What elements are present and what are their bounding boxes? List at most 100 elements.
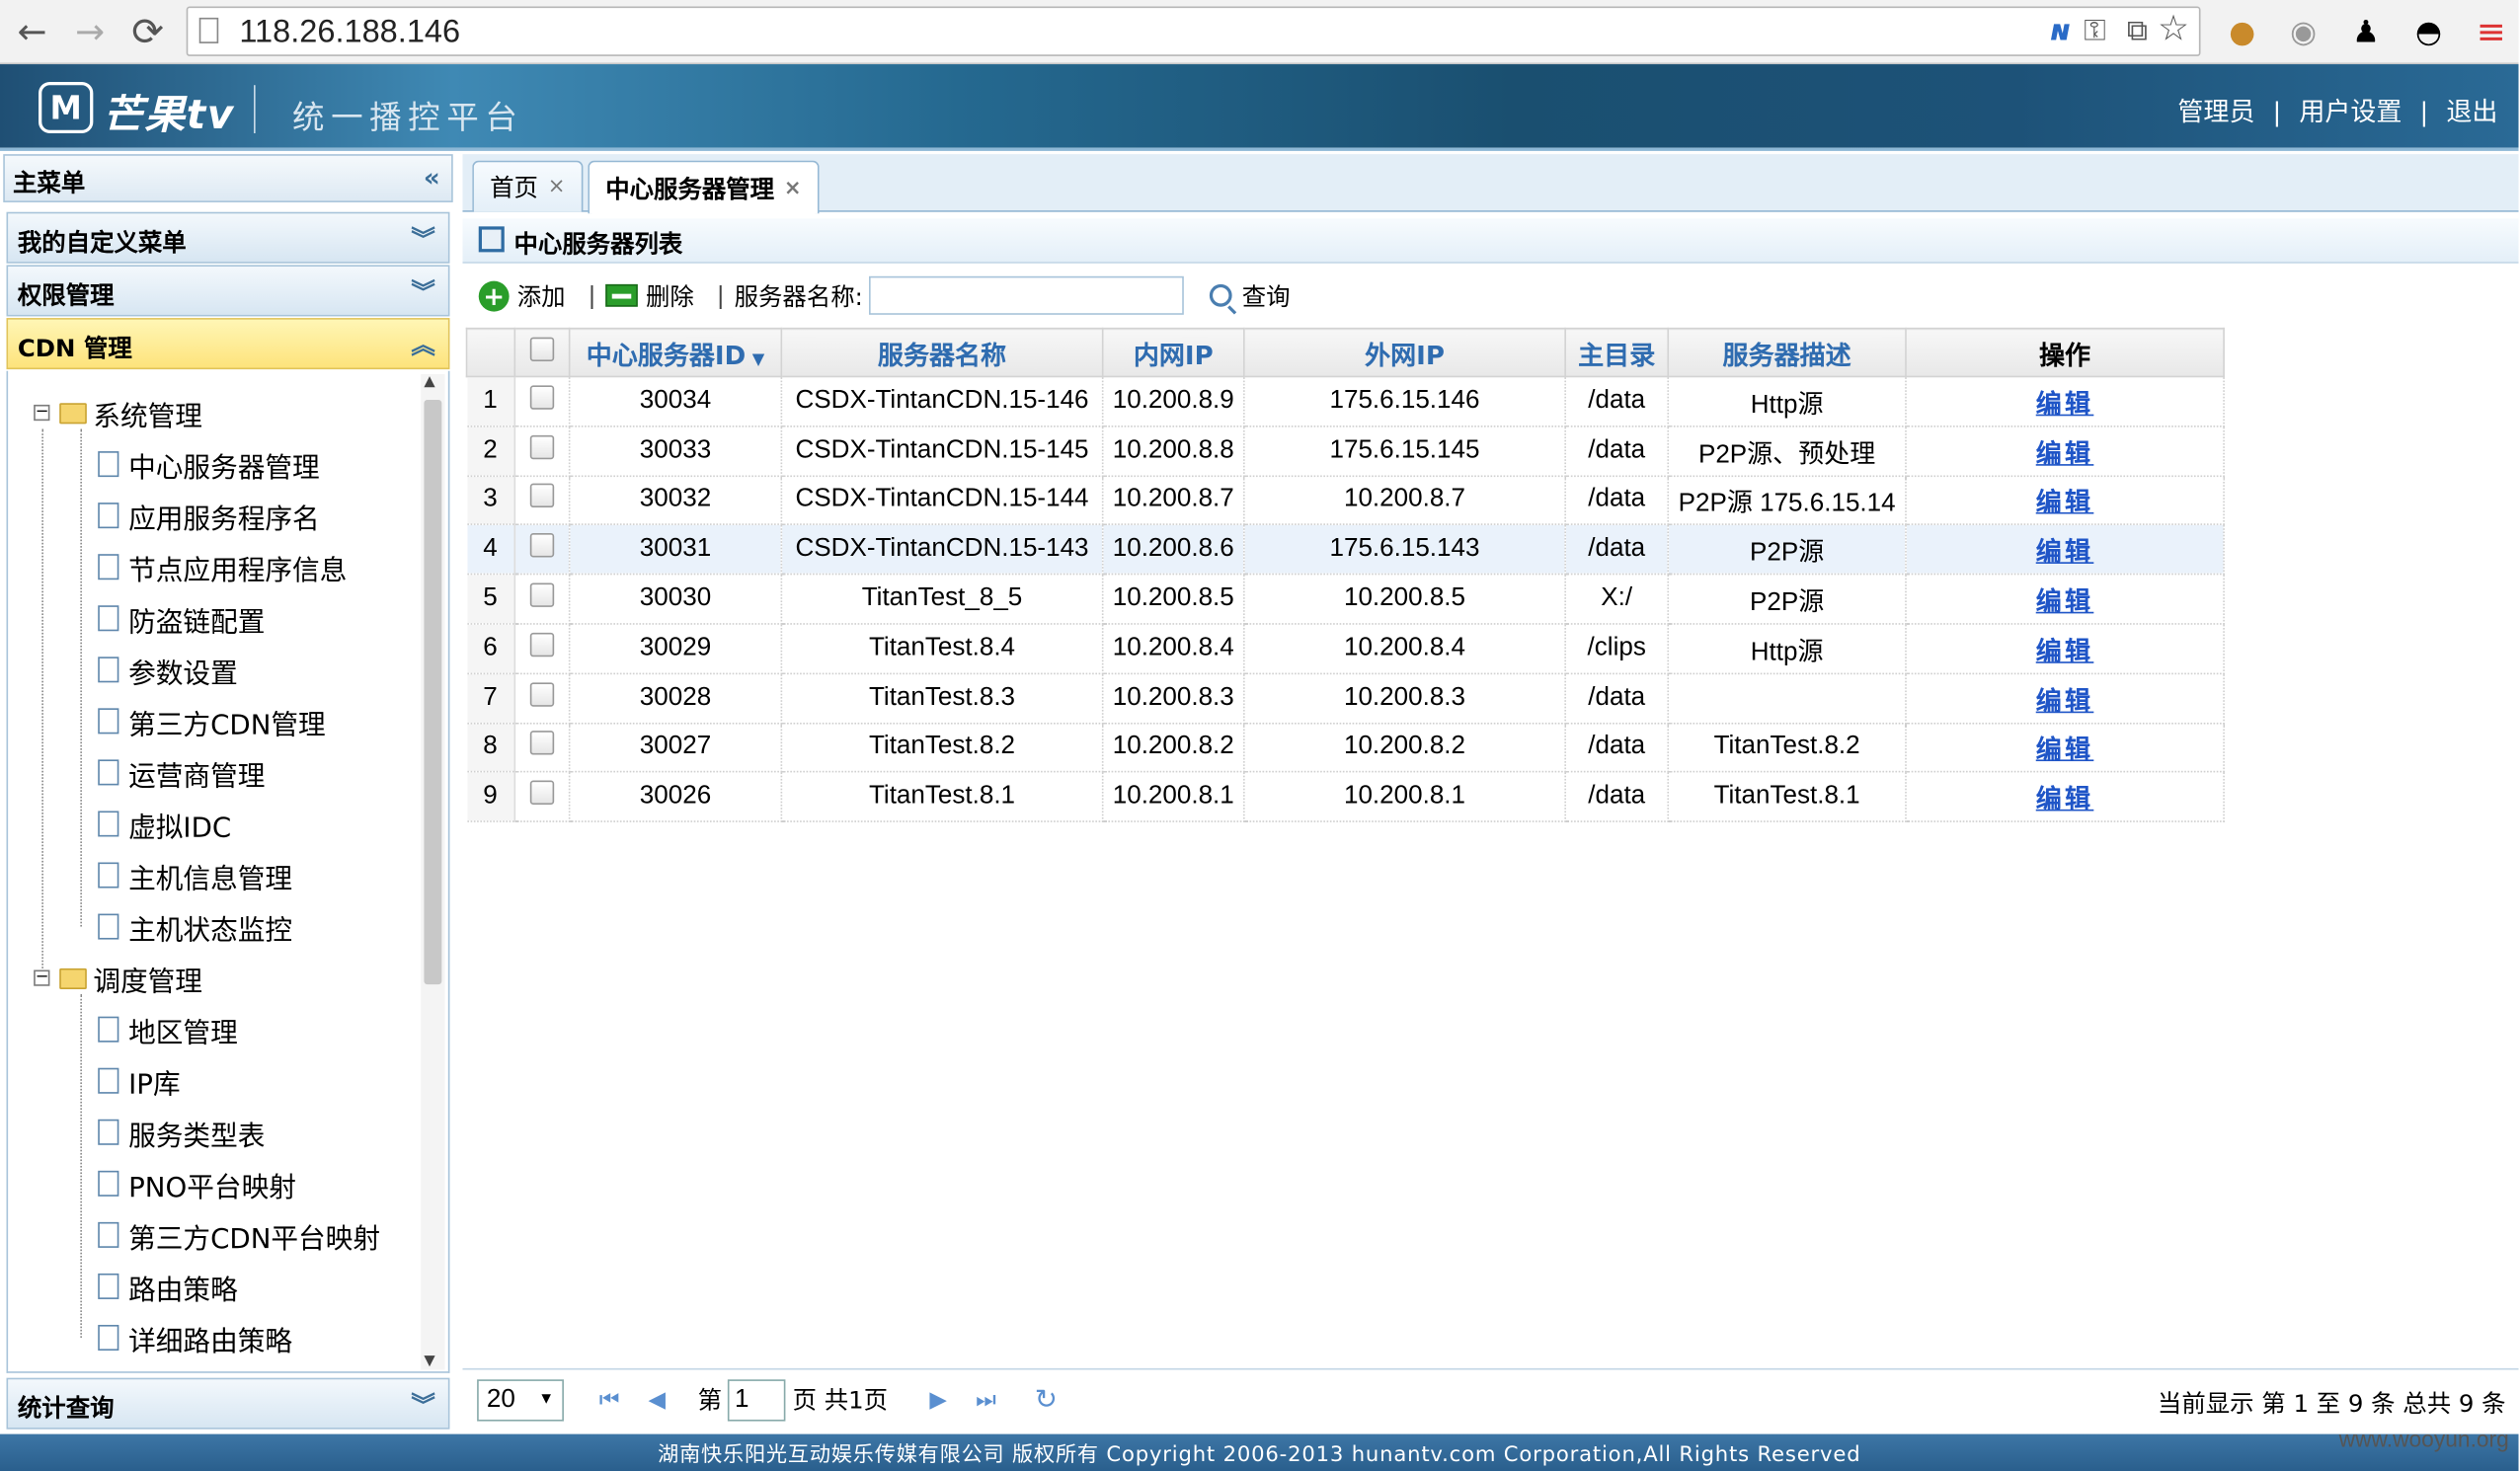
row-checkbox[interactable] [529, 681, 555, 707]
extension-n-icon[interactable]: ɴ [2052, 15, 2071, 48]
row-select-cell[interactable] [514, 673, 571, 724]
edit-link[interactable]: 编辑 [2036, 688, 2094, 716]
row-checkbox[interactable] [529, 780, 555, 806]
tree-item-third-party-cdn[interactable]: 第三方CDN管理 [98, 695, 326, 746]
row-select-cell[interactable] [514, 623, 571, 674]
table-row[interactable]: 7 30028 TitanTest.8.3 10.200.8.3 10.200.8.3/… [466, 673, 2225, 724]
address-bar[interactable]: 118.26.188.146 ɴ ⚿ ⧉ ☆ [186, 6, 2201, 56]
scrollbar-thumb[interactable] [424, 400, 442, 985]
cookie-icon[interactable]: ● [2222, 11, 2263, 52]
tree-folder-system[interactable]: − 系统管理 [34, 387, 202, 438]
table-row[interactable]: 5 30030 TitanTest_8_5 10.200.8.5 10.200.8.5 X… [466, 574, 2225, 625]
row-select-cell[interactable] [514, 376, 571, 427]
reload-button[interactable]: ⟳ [125, 10, 171, 55]
row-select-cell[interactable] [514, 574, 571, 625]
add-button[interactable]: + 添加 [478, 278, 566, 312]
tree-item-hotlink-config[interactable]: 防盗链配置 [98, 592, 265, 644]
prev-page-icon[interactable]: ◀ [649, 1387, 667, 1413]
server-name-input[interactable] [869, 275, 1185, 315]
row-select-cell[interactable] [514, 772, 571, 823]
table-row[interactable]: 8 30027 TitanTest.8.2 10.200.8.2 10.200.8.2/… [466, 723, 2225, 774]
table-row[interactable]: 2 30033 CSDX-TintanCDN.15-145 10.200.8.8 175… [466, 426, 2225, 477]
menu-icon[interactable]: ≡ [2471, 11, 2512, 52]
tree-item-host-info[interactable]: 主机信息管理 [98, 849, 292, 900]
collapse-toggle-icon[interactable]: − [34, 969, 50, 986]
row-checkbox[interactable] [529, 533, 555, 558]
translate-icon[interactable]: ⧉ [2127, 15, 2148, 48]
refresh-icon[interactable]: ↻ [1035, 1383, 1058, 1416]
key-icon[interactable]: ⚿ [2084, 15, 2105, 48]
close-icon[interactable]: × [548, 175, 566, 198]
tree-item-node-app-info[interactable]: 节点应用程序信息 [98, 541, 347, 592]
row-select-cell[interactable] [514, 426, 571, 477]
mask-icon[interactable]: ◓ [2407, 11, 2449, 52]
edit-link[interactable]: 编辑 [2036, 639, 2094, 666]
scroll-up-icon[interactable]: ▲ [424, 374, 434, 390]
table-row[interactable]: 9 30026 TitanTest.8.1 10.200.8.1 10.200.8.1/… [466, 772, 2225, 823]
admin-link[interactable]: 管理员 [2177, 97, 2254, 127]
accordion-statistics[interactable]: 统计查询 ︾ [6, 1377, 450, 1430]
tree-item-service-type[interactable]: 服务类型表 [98, 1107, 265, 1158]
close-icon[interactable]: × [784, 176, 802, 199]
edit-link[interactable]: 编辑 [2036, 392, 2094, 420]
row-checkbox[interactable] [529, 484, 555, 508]
row-checkbox[interactable] [529, 385, 555, 410]
column-header-description[interactable]: 服务器描述 [1667, 327, 1907, 378]
logout-link[interactable]: 退出 [2446, 97, 2497, 127]
edit-link[interactable]: 编辑 [2036, 540, 2094, 568]
tree-item-center-server[interactable]: 中心服务器管理 [98, 438, 320, 490]
tree-scrollbar[interactable]: ▲ ▼ [421, 374, 445, 1370]
tree-item-detail-route-policy[interactable]: 详细路由策略 [98, 1312, 292, 1363]
accordion-cdn-management[interactable]: CDN 管理 ︽ [6, 318, 450, 370]
first-page-icon[interactable]: ⏮ [599, 1387, 620, 1413]
tree-item-operator[interactable]: 运营商管理 [98, 746, 265, 798]
select-all-checkbox[interactable] [529, 337, 555, 361]
column-header-internal-ip[interactable]: 内网IP [1101, 327, 1245, 378]
tree-item-params[interactable]: 参数设置 [98, 644, 238, 695]
row-select-cell[interactable] [514, 475, 571, 526]
column-header-external-ip[interactable]: 外网IP [1243, 327, 1566, 378]
tree-item-app-service-name[interactable]: 应用服务程序名 [98, 490, 320, 541]
user-settings-link[interactable]: 用户设置 [2299, 97, 2402, 127]
tree-item-third-cdn-mapping[interactable]: 第三方CDN平台映射 [98, 1209, 380, 1261]
tree-item-host-status[interactable]: 主机状态监控 [98, 901, 292, 953]
forward-button[interactable]: → [67, 10, 113, 55]
edit-link[interactable]: 编辑 [2036, 737, 2094, 765]
scroll-down-icon[interactable]: ▼ [424, 1354, 434, 1369]
row-checkbox[interactable] [529, 632, 555, 658]
column-header-id[interactable]: 中心服务器ID ▼ [568, 327, 783, 378]
row-checkbox[interactable] [529, 582, 555, 607]
table-row[interactable]: 4 30031 CSDX-TintanCDN.15-143 10.200.8.6 175… [466, 524, 2225, 576]
page-size-select[interactable]: 20 ▼ [477, 1378, 564, 1421]
edit-link[interactable]: 编辑 [2036, 441, 2094, 469]
table-row[interactable]: 1 30034 CSDX-TintanCDN.15-146 10.200.8.9 175… [466, 376, 2225, 427]
accordion-permissions[interactable]: 权限管理 ︾ [6, 265, 450, 317]
globe-icon[interactable]: ◉ [2282, 11, 2323, 52]
back-button[interactable]: ← [10, 10, 55, 55]
row-select-cell[interactable] [514, 524, 571, 576]
edit-link[interactable]: 编辑 [2036, 589, 2094, 617]
tree-item-virtual-idc[interactable]: 虚拟IDC [98, 798, 231, 849]
collapse-sidebar-icon[interactable]: « [424, 162, 440, 193]
spy-icon[interactable]: ♟ [2345, 11, 2387, 52]
search-button[interactable]: 查询 [1210, 278, 1291, 312]
table-row[interactable]: 3 30032 CSDX-TintanCDN.15-144 10.200.8.7 10.… [466, 475, 2225, 526]
tab-home[interactable]: 首页 × [472, 160, 584, 212]
tree-item-region[interactable]: 地区管理 [98, 1004, 238, 1055]
edit-link[interactable]: 编辑 [2036, 787, 2094, 814]
table-row[interactable]: 6 30029 TitanTest.8.4 10.200.8.4 10.200.8.4/… [466, 623, 2225, 674]
collapse-toggle-icon[interactable]: − [34, 404, 50, 422]
row-checkbox[interactable] [529, 731, 555, 756]
tree-folder-dispatch[interactable]: − 调度管理 [34, 953, 202, 1004]
column-header-home-dir[interactable]: 主目录 [1564, 327, 1670, 378]
next-page-icon[interactable]: ▶ [929, 1387, 947, 1413]
last-page-icon[interactable]: ⏭ [976, 1387, 996, 1413]
tree-item-ip-db[interactable]: IP库 [98, 1055, 181, 1107]
tree-item-route-policy[interactable]: 路由策略 [98, 1261, 238, 1312]
row-checkbox[interactable] [529, 434, 555, 459]
row-select-cell[interactable] [514, 723, 571, 774]
delete-button[interactable]: 删除 [605, 278, 694, 312]
edit-link[interactable]: 编辑 [2036, 491, 2094, 518]
tree-item-pno-mapping[interactable]: PNO平台映射 [98, 1158, 296, 1209]
bookmark-star-icon[interactable]: ☆ [2158, 10, 2189, 50]
